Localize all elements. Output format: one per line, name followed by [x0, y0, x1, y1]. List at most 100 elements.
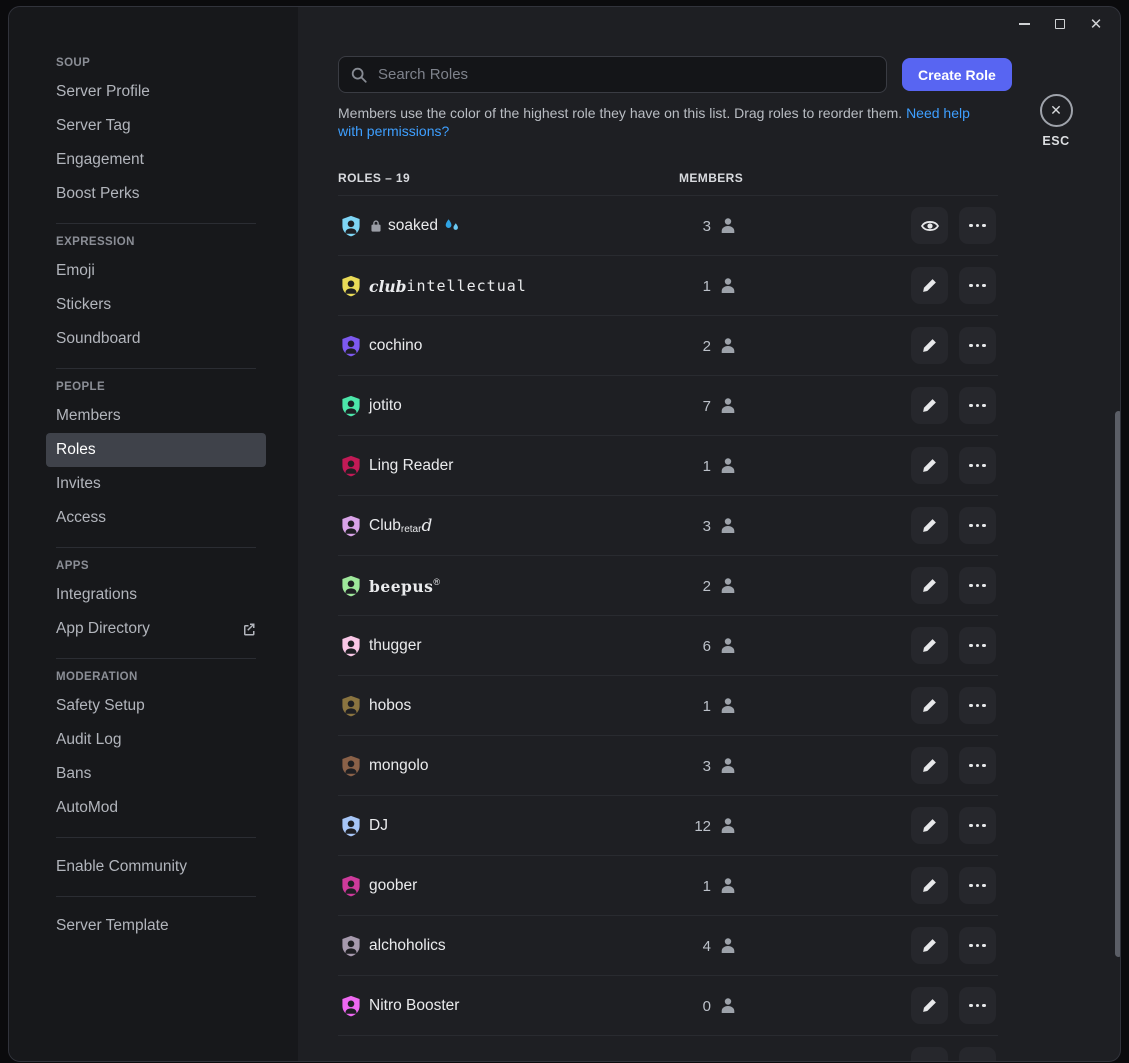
pencil-icon [921, 577, 938, 594]
more-options-button[interactable] [959, 387, 996, 424]
sidebar-header-expression: EXPRESSION [46, 236, 298, 248]
person-icon [718, 336, 738, 356]
edit-role-button[interactable] [911, 867, 948, 904]
sidebar-item-enable-community[interactable]: Enable Community [46, 850, 266, 884]
pencil-icon [921, 877, 938, 894]
member-count: 1 [703, 278, 711, 295]
more-options-button[interactable] [959, 627, 996, 664]
member-count: 1 [703, 698, 711, 715]
sidebar-item-boost-perks[interactable]: Boost Perks [46, 177, 266, 211]
role-row[interactable]: Club retard 3 [338, 496, 998, 556]
role-row[interactable]: cochino 2 [338, 316, 998, 376]
role-row[interactable] [338, 1036, 998, 1062]
role-row[interactable]: Ling Reader 1 [338, 436, 998, 496]
edit-role-button[interactable] [911, 387, 948, 424]
role-row[interactable]: jotito 7 [338, 376, 998, 436]
more-options-button[interactable] [959, 327, 996, 364]
ellipsis-icon [969, 464, 986, 468]
edit-role-button[interactable] [911, 267, 948, 304]
more-options-button[interactable] [959, 207, 996, 244]
edit-role-button[interactable] [911, 1047, 948, 1062]
more-options-button[interactable] [959, 747, 996, 784]
role-row[interactable]: DJ 12 [338, 796, 998, 856]
more-options-button[interactable] [959, 267, 996, 304]
ellipsis-icon [969, 1004, 986, 1008]
sidebar-item-bans[interactable]: Bans [46, 757, 266, 791]
more-options-button[interactable] [959, 867, 996, 904]
role-row[interactable]: thugger 6 [338, 616, 998, 676]
scrollbar-thumb[interactable] [1115, 411, 1121, 957]
sidebar-item-emoji[interactable]: Emoji [46, 254, 266, 288]
roles-table: soaked 3 club intellectual 1 cochino [338, 195, 998, 1062]
search-roles-input[interactable] [376, 65, 875, 84]
role-row[interactable]: goober 1 [338, 856, 998, 916]
person-icon [718, 276, 738, 296]
sidebar-item-integrations[interactable]: Integrations [46, 578, 266, 612]
more-options-button[interactable] [959, 687, 996, 724]
member-count: 4 [703, 938, 711, 955]
sidebar-item-audit-log[interactable]: Audit Log [46, 723, 266, 757]
pencil-icon [921, 757, 938, 774]
maximize-button[interactable] [1042, 9, 1078, 39]
sidebar-item-access[interactable]: Access [46, 501, 266, 535]
role-row[interactable]: mongolo 3 [338, 736, 998, 796]
edit-role-button[interactable] [911, 327, 948, 364]
member-count: 6 [703, 638, 711, 655]
sidebar-item-server-profile[interactable]: Server Profile [46, 75, 266, 109]
sidebar-item-engagement[interactable]: Engagement [46, 143, 266, 177]
edit-role-button[interactable] [911, 747, 948, 784]
sidebar-item-invites[interactable]: Invites [46, 467, 266, 501]
person-icon [718, 816, 738, 836]
create-role-button[interactable]: Create Role [902, 58, 1012, 91]
member-count: 0 [703, 998, 711, 1015]
sidebar-item-roles[interactable]: Roles [46, 433, 266, 467]
member-count: 2 [703, 578, 711, 595]
sidebar-item-soundboard[interactable]: Soundboard [46, 322, 266, 356]
esc-close-button[interactable]: ✕ ESC [1039, 94, 1073, 148]
edit-role-button[interactable] [911, 627, 948, 664]
sidebar-item-safety-setup[interactable]: Safety Setup [46, 689, 266, 723]
sidebar-item-automod[interactable]: AutoMod [46, 791, 266, 825]
table-column-headers: ROLES – 19 MEMBERS [338, 171, 998, 185]
sidebar-item-members[interactable]: Members [46, 399, 266, 433]
sidebar-item-server-template[interactable]: Server Template [46, 909, 266, 943]
more-options-button[interactable] [959, 927, 996, 964]
edit-role-button[interactable] [911, 807, 948, 844]
more-options-button[interactable] [959, 807, 996, 844]
edit-role-button[interactable] [911, 987, 948, 1024]
sidebar-item-stickers[interactable]: Stickers [46, 288, 266, 322]
role-row[interactable]: hobos 1 [338, 676, 998, 736]
sidebar-item-app-directory[interactable]: App Directory [46, 612, 266, 646]
more-options-button[interactable] [959, 987, 996, 1024]
role-row[interactable]: soaked 3 [338, 196, 998, 256]
more-options-button[interactable] [959, 1047, 996, 1062]
minimize-button[interactable] [1006, 9, 1042, 39]
divider [56, 896, 256, 897]
edit-role-button[interactable] [911, 927, 948, 964]
sidebar-header-apps: APPS [46, 560, 298, 572]
role-row[interactable]: club intellectual 1 [338, 256, 998, 316]
role-row[interactable]: Nitro Booster 0 [338, 976, 998, 1036]
role-row[interactable]: alchoholics 4 [338, 916, 998, 976]
close-button[interactable]: ✕ [1078, 9, 1114, 39]
edit-role-button[interactable] [911, 687, 948, 724]
x-icon: ✕ [1050, 102, 1062, 119]
esc-circle[interactable]: ✕ [1040, 94, 1073, 127]
sidebar-header-soup: SOUP [46, 57, 298, 69]
more-options-button[interactable] [959, 447, 996, 484]
ellipsis-icon [969, 524, 986, 528]
sidebar-item-server-tag[interactable]: Server Tag [46, 109, 266, 143]
view-role-button[interactable] [911, 207, 948, 244]
member-count: 1 [703, 878, 711, 895]
ellipsis-icon [969, 584, 986, 588]
ellipsis-icon [969, 884, 986, 888]
edit-role-button[interactable] [911, 567, 948, 604]
edit-role-button[interactable] [911, 447, 948, 484]
more-options-button[interactable] [959, 567, 996, 604]
pencil-icon [921, 817, 938, 834]
pencil-icon [921, 517, 938, 534]
edit-role-button[interactable] [911, 507, 948, 544]
more-options-button[interactable] [959, 507, 996, 544]
roles-description: Members use the color of the highest rol… [338, 104, 990, 140]
role-row[interactable]: beepus® 2 [338, 556, 998, 616]
